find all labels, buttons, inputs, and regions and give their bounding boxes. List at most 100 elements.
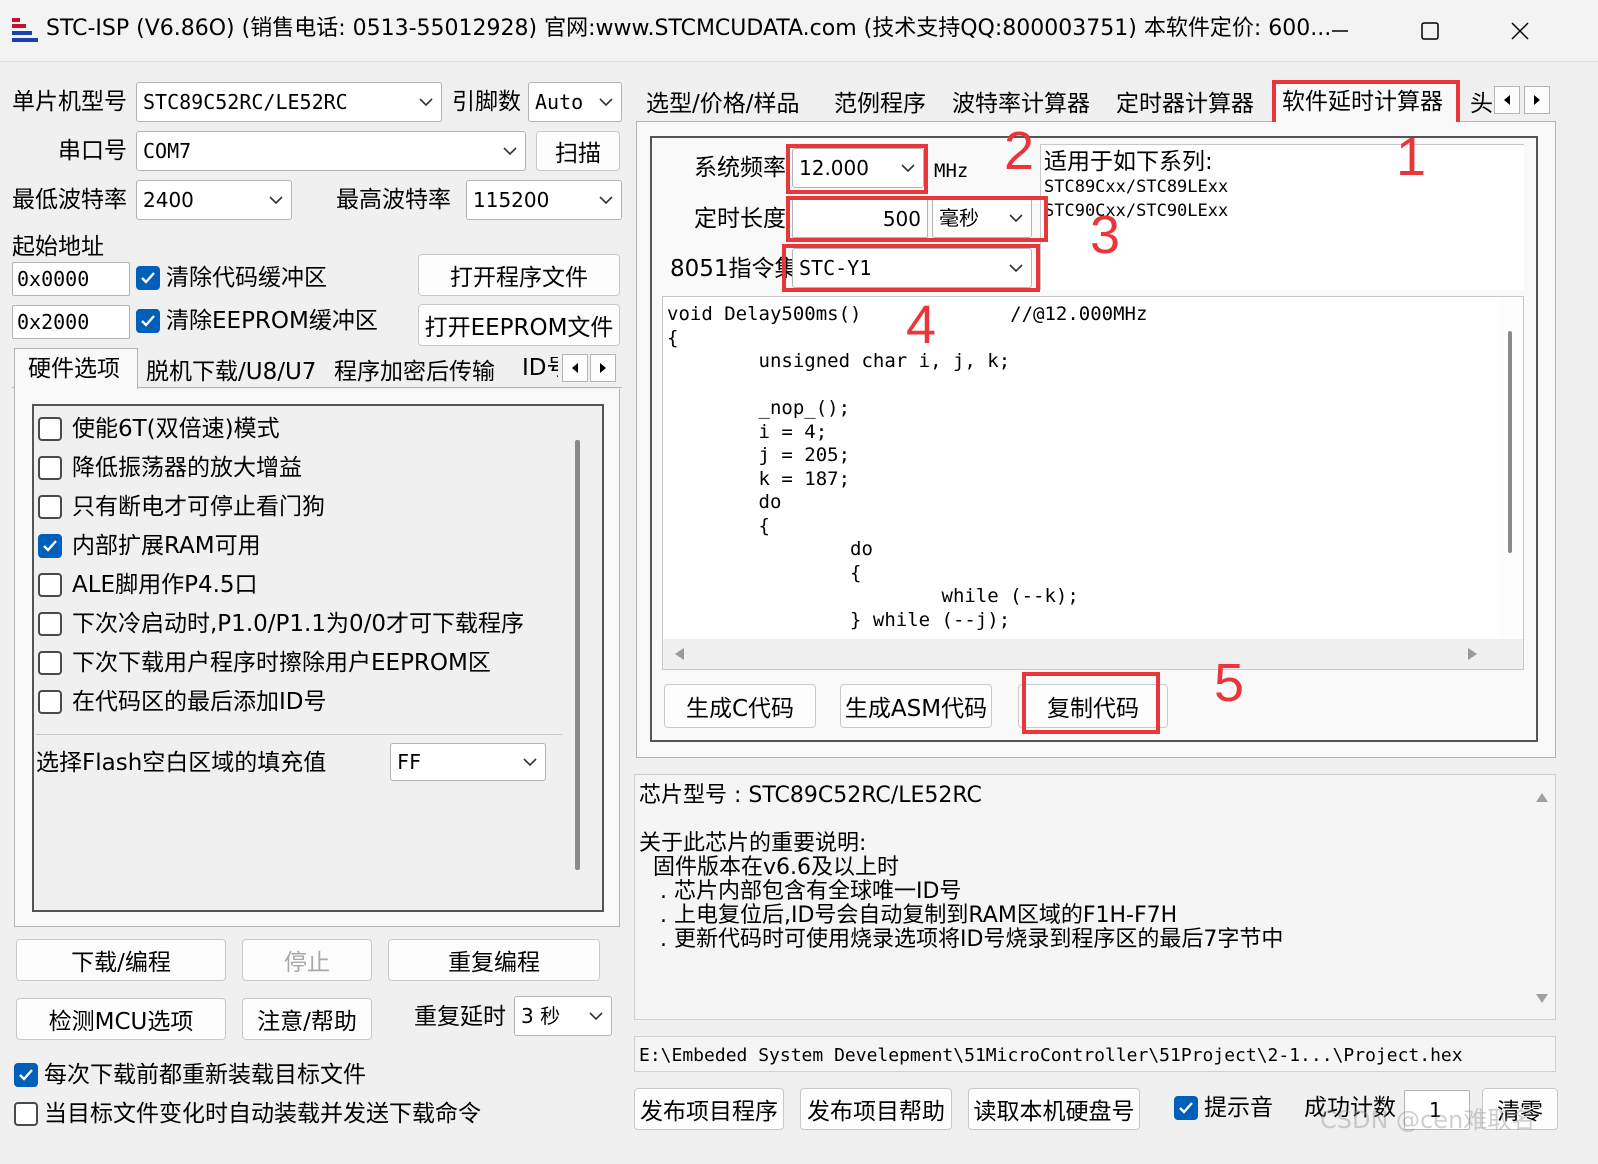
maximize-button[interactable] [1400, 10, 1460, 52]
hardware-option-checkbox[interactable] [38, 456, 62, 480]
tab-header[interactable]: 头 [1470, 93, 1493, 116]
code-line: while (--k); [667, 585, 1079, 607]
stop-button[interactable]: 停止 [242, 939, 372, 981]
right-tab-scroll-right-button[interactable] [1524, 86, 1550, 114]
applicable-series-1: STC89Cxx/STC89LExx [1044, 177, 1229, 197]
app-logo-icon [12, 18, 38, 48]
beep-checkbox[interactable] [1174, 1096, 1198, 1120]
hardware-option-checkbox[interactable] [38, 573, 62, 597]
code-line: } while (--j); [667, 608, 1011, 631]
code-start-address-input[interactable]: 0x0000 [12, 262, 130, 296]
chip-info-line: 芯片型号 : STC89C52RC/LE52RC [639, 783, 982, 808]
tab-example-programs[interactable]: 范例程序 [834, 93, 926, 116]
clear-eeprom-buffer-checkbox[interactable] [136, 309, 160, 333]
tab-timer-calculator[interactable]: 定时器计算器 [1116, 93, 1254, 116]
flash-fill-value: FF [397, 750, 422, 774]
hardware-option-label: 降低振荡器的放大增益 [72, 455, 302, 481]
hardware-option-checkbox[interactable] [38, 534, 62, 558]
tab-id-number[interactable]: ID号 [522, 357, 558, 385]
tab-offline-download[interactable]: 脱机下载/U8/U7 [146, 361, 316, 384]
mcu-model-label: 单片机型号 [12, 89, 127, 115]
checkmark-icon [43, 540, 57, 552]
options-divider [36, 734, 562, 735]
hardware-option-checkbox[interactable] [38, 651, 62, 675]
start-address-label: 起始地址 [12, 234, 104, 260]
hardware-option-label: 下次冷启动时,P1.0/P1.1为0/0才可下载程序 [72, 611, 524, 637]
tab-encrypted-transfer[interactable]: 程序加密后传输 [334, 361, 495, 384]
left-tab-scroll-left-button[interactable] [562, 354, 588, 382]
chevron-down-icon [589, 1012, 603, 1021]
instruction-set-label: 8051指令集 [670, 256, 798, 282]
triangle-up-icon [1536, 793, 1548, 802]
scan-button[interactable]: 扫描 [536, 131, 620, 171]
publish-program-button[interactable]: 发布项目程序 [634, 1088, 784, 1130]
code-line: k = 187; [667, 467, 851, 490]
options-scrollbar[interactable] [574, 440, 582, 872]
close-icon [1511, 22, 1529, 40]
code-text: void Delay500ms() //@12.000MHz{ unsigned… [667, 305, 1497, 635]
max-baud-select[interactable]: 115200 [466, 180, 622, 220]
checkmark-icon [141, 315, 155, 327]
chip-info-scrollbar[interactable] [1527, 775, 1555, 1019]
flash-fill-select[interactable]: FF [390, 743, 546, 781]
generate-c-code-button[interactable]: 生成C代码 [664, 684, 816, 728]
maximize-icon [1421, 22, 1439, 40]
code-line: _nop_(); [667, 397, 851, 419]
chevron-down-icon [269, 196, 283, 205]
file-path: E:\Embeded System Develepment\51MicroCon… [639, 1045, 1463, 1066]
checkmark-icon [141, 272, 155, 284]
download-program-button[interactable]: 下载/编程 [16, 939, 226, 981]
close-button[interactable] [1490, 10, 1550, 52]
code-output-area[interactable]: void Delay500ms() //@12.000MHz{ unsigned… [662, 296, 1524, 670]
hardware-option-checkbox[interactable] [38, 612, 62, 636]
tab-selection-price-samples[interactable]: 选型/价格/样品 [646, 93, 800, 116]
chip-info-area[interactable]: 芯片型号 : STC89C52RC/LE52RC 关于此芯片的重要说明: 固件版本… [634, 774, 1556, 1020]
watermark: CSDN @cen难取名 [1320, 1106, 1536, 1134]
chip-info-text: 芯片型号 : STC89C52RC/LE52RC 关于此芯片的重要说明: 固件版本… [637, 785, 1517, 1015]
tab-hardware-options-label: 硬件选项 [28, 356, 120, 382]
eeprom-start-address-value: 0x2000 [17, 310, 90, 334]
generate-asm-code-button[interactable]: 生成ASM代码 [840, 684, 992, 728]
hardware-option-label: 只有断电才可停止看门狗 [72, 494, 325, 520]
open-program-file-button[interactable]: 打开程序文件 [418, 254, 620, 296]
annotation-box-tab [1272, 80, 1460, 126]
notes-help-button[interactable]: 注意/帮助 [242, 998, 372, 1040]
title-bar[interactable]: STC-ISP (V6.86O) (销售电话: 0513-55012928) 官… [0, 0, 1598, 62]
tab-baud-calculator[interactable]: 波特率计算器 [952, 93, 1090, 116]
mcu-model-select[interactable]: STC89C52RC/LE52RC [136, 82, 442, 122]
code-line: { [667, 514, 770, 537]
hardware-option-label: 内部扩展RAM可用 [72, 533, 261, 559]
annotation-box-frequency [786, 144, 928, 194]
min-baud-select[interactable]: 2400 [136, 180, 292, 220]
chip-info-line: 关于此芯片的重要说明: [639, 831, 867, 856]
repeat-program-button[interactable]: 重复编程 [388, 939, 600, 981]
code-line: do [667, 538, 873, 560]
left-tab-scroll-right-button[interactable] [590, 354, 616, 382]
pin-count-label: 引脚数 [452, 89, 521, 115]
code-horizontal-scrollbar[interactable] [663, 639, 1523, 669]
duration-label: 定时长度 [694, 206, 786, 232]
annotation-number-4: 4 [906, 295, 937, 355]
chevron-down-icon [523, 758, 537, 767]
detect-mcu-options-button[interactable]: 检测MCU选项 [16, 998, 226, 1040]
eeprom-start-address-input[interactable]: 0x2000 [12, 305, 130, 339]
hardware-option-label: ALE脚用作P4.5口 [72, 572, 258, 598]
repeat-delay-label: 重复延时 [414, 1004, 506, 1030]
right-tab-scroll-left-button[interactable] [1494, 86, 1520, 114]
serial-port-select[interactable]: COM7 [136, 131, 526, 171]
reload-before-download-checkbox[interactable] [14, 1063, 38, 1087]
hardware-option-checkbox[interactable] [38, 417, 62, 441]
clear-code-buffer-checkbox[interactable] [136, 266, 160, 290]
max-baud-value: 115200 [473, 188, 550, 212]
open-eeprom-file-button[interactable]: 打开EEPROM文件 [418, 304, 620, 346]
hardware-option-checkbox[interactable] [38, 690, 62, 714]
minimize-button[interactable] [1310, 10, 1370, 52]
code-vertical-scrollbar[interactable] [1499, 297, 1523, 637]
read-disk-number-button[interactable]: 读取本机硬盘号 [968, 1088, 1140, 1130]
auto-load-send-checkbox[interactable] [14, 1102, 38, 1126]
hardware-option-label: 在代码区的最后添加ID号 [72, 689, 327, 715]
hardware-option-checkbox[interactable] [38, 495, 62, 519]
pin-count-select[interactable]: Auto [528, 82, 622, 122]
repeat-delay-select[interactable]: 3 秒 [514, 996, 612, 1036]
publish-help-button[interactable]: 发布项目帮助 [800, 1088, 952, 1130]
